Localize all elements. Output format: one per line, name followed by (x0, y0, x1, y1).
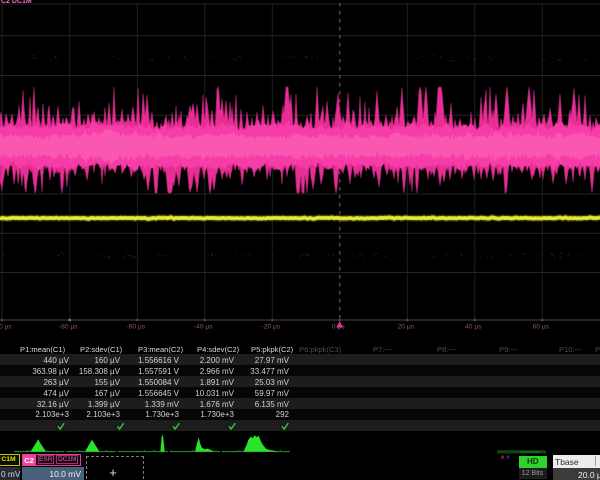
svg-text:60 µs: 60 µs (533, 324, 550, 331)
svg-text:20 µs: 20 µs (398, 324, 415, 331)
svg-text:-40 µs: -40 µs (194, 324, 213, 331)
svg-text:40 µs: 40 µs (465, 324, 482, 331)
svg-text:-60 µs: -60 µs (126, 324, 145, 331)
svg-text:-100 µs: -100 µs (0, 324, 12, 331)
svg-text:-20 µs: -20 µs (261, 324, 280, 331)
svg-text:-80 µs: -80 µs (59, 324, 78, 331)
